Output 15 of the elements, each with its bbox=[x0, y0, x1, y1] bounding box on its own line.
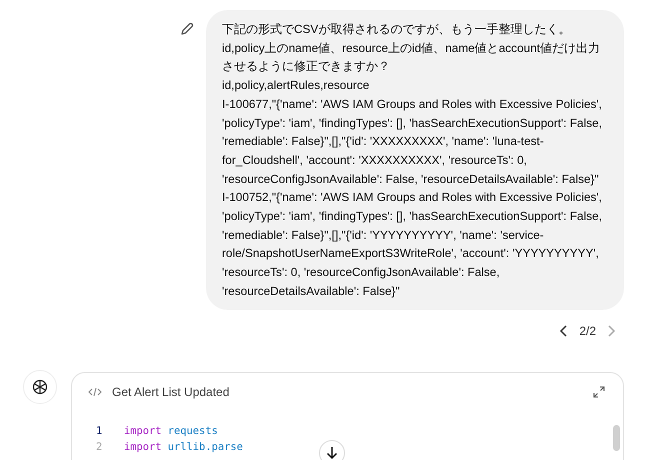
code-icon bbox=[88, 386, 102, 397]
arrow-down-icon bbox=[326, 446, 338, 460]
edit-pencil-icon[interactable] bbox=[180, 22, 194, 36]
line-number: 2 bbox=[96, 440, 104, 453]
scroll-down-button[interactable] bbox=[319, 440, 345, 460]
code-line: import urllib.parse bbox=[124, 440, 243, 453]
expand-icon[interactable] bbox=[593, 386, 605, 398]
page-counter: 2/2 bbox=[579, 324, 596, 338]
line-number: 1 bbox=[96, 424, 104, 437]
knot-logo-icon bbox=[32, 378, 48, 395]
code-card-title: Get Alert List Updated bbox=[112, 384, 230, 399]
user-message: 下記の形式でCSVが取得されるのですが、もう一手整理したく。 id,policy上のname値、resource上のid値、name値とaccount値だけ出力させるように修正できますか？ id,policy,alertRules,resource I-100677,"{'name': 'AWS IAM Groups and Roles with Excessive Policies', 'policyType': 'iam', 'findingTypes': [], 'hasSearchExecutionSupport': False, 'remediable': False}",[],"{'id': 'XXXXXXXXX', 'name': 'luna-test-for_Cloudshell', 'account': 'XXXXXXXXXX', 'resourceTs': 0, 'resourceConfigJsonAvailable': False, 'resourceDetailsAvailable': False}" I-100752,"{'name': 'AWS IAM Groups and Roles with Excessive Policies', 'policyType': 'iam', 'findingTypes': [], 'hasSearchExecutionSupport': False, 'remediable': False}",[],"{'id': 'YYYYYYYYYY', 'name': 'service-role/SnapshotUserNameExportS3WriteRole', 'account': 'YYYYYYYYYY', 'resourceTs': 0, 'resourceConfigJsonAvailable': False, 'resourceDetailsAvailable': False}" bbox=[206, 10, 624, 310]
code-line: import requests bbox=[124, 424, 218, 437]
scrollbar[interactable] bbox=[613, 424, 620, 451]
chevron-left-icon[interactable] bbox=[559, 324, 570, 337]
